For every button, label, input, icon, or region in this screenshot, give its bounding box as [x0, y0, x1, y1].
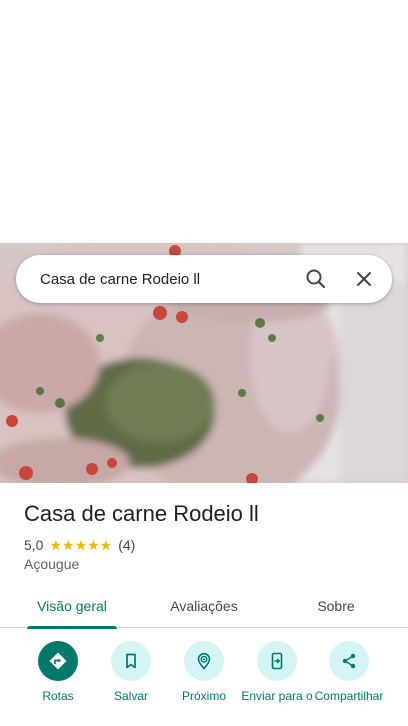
directions-button[interactable]: Rotas	[20, 641, 96, 703]
review-count: (4)	[118, 537, 136, 553]
search-input[interactable]: Casa de carne Rodeio ll	[40, 271, 292, 288]
send-to-phone-icon	[257, 641, 297, 681]
share-icon	[329, 641, 369, 681]
tab-about-label: Sobre	[317, 598, 355, 614]
rating-row[interactable]: 5,0 ★★★★★ (4)	[24, 536, 135, 554]
nearby-label: Próximo	[181, 689, 226, 703]
send-to-phone-label: Enviar para o	[241, 689, 313, 703]
save-label: Salvar	[113, 689, 148, 703]
share-label: Compartilhar	[314, 689, 384, 703]
star-rating-icon: ★★★★★	[49, 536, 113, 553]
tab-overview-label: Visão geral	[37, 598, 107, 614]
directions-icon	[38, 641, 78, 681]
bookmark-icon	[111, 641, 151, 681]
directions-label: Rotas	[42, 689, 74, 703]
tab-reviews[interactable]: Avaliações	[152, 584, 256, 628]
nearby-button[interactable]: Próximo	[166, 641, 242, 703]
rating-value: 5,0	[24, 537, 44, 553]
search-icon[interactable]	[292, 255, 340, 303]
send-to-phone-button[interactable]: Enviar para o	[239, 641, 315, 703]
tab-reviews-label: Avaliações	[170, 598, 238, 614]
search-bar[interactable]: Casa de carne Rodeio ll	[16, 255, 392, 303]
place-category: Açougue	[24, 556, 80, 572]
map-area	[0, 0, 408, 243]
save-button[interactable]: Salvar	[93, 641, 169, 703]
share-button[interactable]: Compartilhar	[311, 641, 387, 703]
tab-bar: Visão geral Avaliações Sobre	[0, 584, 408, 629]
tab-overview[interactable]: Visão geral	[19, 584, 125, 629]
place-title: Casa de carne Rodeio ll	[24, 501, 259, 526]
tab-about[interactable]: Sobre	[296, 584, 376, 628]
action-bar: Rotas Salvar Próximo Enviar para o Compa…	[0, 628, 408, 726]
close-icon[interactable]	[340, 255, 388, 303]
nearby-icon	[184, 641, 224, 681]
